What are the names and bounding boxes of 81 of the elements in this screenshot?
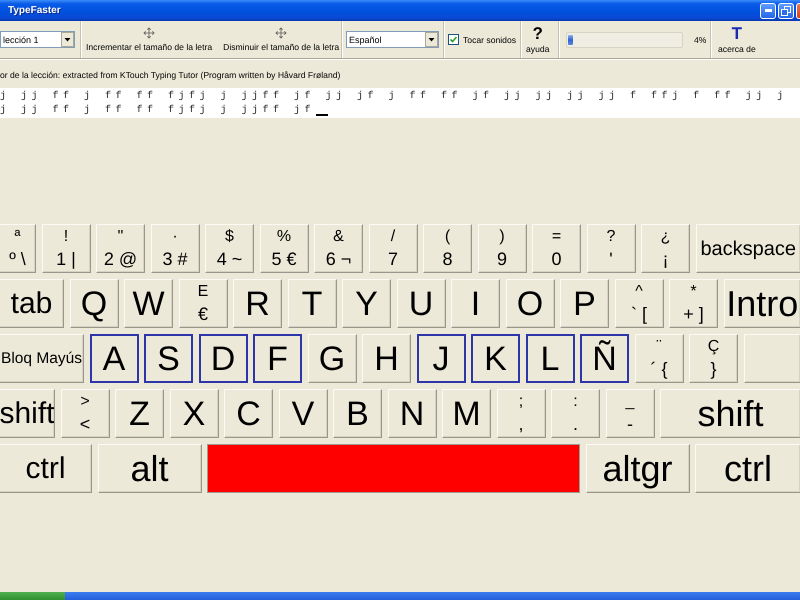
symbol-key: = 0	[532, 224, 581, 273]
letter-key: Y	[342, 279, 391, 328]
letter-key: T	[288, 279, 336, 328]
symbol-key: % 5 €	[260, 224, 308, 273]
restore-icon	[781, 6, 791, 16]
symbol-key: ^ ` [	[614, 279, 664, 328]
keyboard-key: Bloq Mayús	[0, 334, 84, 383]
letter-key: Z	[115, 389, 164, 438]
sound-checkbox-label[interactable]: Tocar sonidos	[463, 34, 516, 44]
letter-key: U	[396, 279, 446, 328]
window-title: TypeFaster	[8, 5, 62, 16]
language-select[interactable]: Español	[346, 31, 439, 48]
letter-key: C	[224, 389, 273, 438]
letter-key: K	[471, 334, 520, 383]
letter-key: W	[124, 279, 173, 328]
minimize-button[interactable]	[760, 2, 776, 18]
lesson-author-text: or de la lección: extracted from KTouch Typing Tutor (Program written by Håvard Frøland)	[0, 69, 342, 82]
letter-key: I	[451, 279, 500, 328]
symbol-key: " 2 @	[96, 224, 145, 273]
letter-key: J	[416, 334, 466, 383]
symbol-key: ( 8	[423, 224, 472, 273]
keyboard-key: tab	[0, 279, 64, 328]
symbol-key: ¨ ´ {	[634, 334, 684, 383]
symbol-key: / 7	[368, 224, 418, 273]
move-arrows-icon	[275, 27, 288, 39]
keyboard-key: backspace	[696, 224, 800, 273]
symbol-key: & 6 ¬	[314, 224, 363, 273]
sound-checkbox[interactable]	[448, 34, 459, 45]
lesson-select[interactable]: lección 1	[0, 31, 75, 48]
letter-key: Q	[70, 279, 118, 328]
increase-font-size-button[interactable]: Incrementar el tamaño de la letra	[85, 23, 214, 56]
letter-key: F	[253, 334, 302, 383]
symbol-key: : .	[551, 389, 600, 438]
symbol-key: ! 1 |	[42, 224, 90, 273]
letter-key: D	[198, 334, 248, 383]
symbol-key: E €	[178, 279, 228, 328]
keyboard-key: shift	[660, 389, 800, 438]
restore-button[interactable]	[778, 2, 794, 18]
symbol-key: $ 4 ~	[205, 224, 254, 273]
symbol-key: * + ]	[669, 279, 718, 328]
letter-key: A	[90, 334, 138, 383]
lesson-text: j jj ff j ff ff fjfj j jjff jf jj jf j ff ff jf jj jj jj jj f ffj f ff jj j	[0, 90, 788, 104]
keyboard-key: ctrl	[695, 444, 800, 493]
symbol-key: _ -	[606, 389, 654, 438]
decrease-font-size-button[interactable]: Disminuir el tamaño de la letra	[222, 23, 340, 56]
close-button[interactable]	[796, 2, 800, 18]
move-arrows-icon	[143, 27, 156, 39]
progress-percent: 4%	[694, 34, 706, 44]
keyboard-key: altgr	[586, 444, 690, 493]
letter-key: N	[388, 389, 436, 438]
symbol-key: ¿ ¡	[641, 224, 690, 273]
start-button[interactable]	[0, 592, 65, 600]
letter-key: G	[308, 334, 356, 383]
letter-key: H	[362, 334, 411, 383]
symbol-key: ) 9	[478, 224, 526, 273]
minimize-icon	[764, 9, 772, 12]
symbol-key: · 3 #	[150, 224, 200, 273]
keyboard-key: Intro	[724, 279, 800, 328]
about-button[interactable]: T acerca de	[717, 23, 757, 56]
keyboard-key: alt	[98, 444, 202, 493]
letter-key: X	[170, 389, 218, 438]
checkmark-icon	[450, 36, 457, 43]
text-cursor	[316, 114, 328, 116]
letter-key: V	[278, 389, 328, 438]
keyboard-key: shift	[0, 389, 55, 438]
help-button[interactable]: ? ayuda	[525, 23, 550, 56]
symbol-key: ª º \	[0, 224, 36, 273]
symbol-key: ? '	[586, 224, 636, 273]
letter-key: L	[526, 334, 574, 383]
letter-key: P	[560, 279, 609, 328]
keyboard-key: ctrl	[0, 444, 92, 493]
letter-key: M	[442, 389, 491, 438]
symbol-key: > <	[60, 389, 110, 438]
letter-key: R	[233, 279, 282, 328]
symbol-key: ; ,	[496, 389, 546, 438]
symbol-key: Ç }	[689, 334, 738, 383]
letter-key: O	[506, 279, 554, 328]
letter-key: B	[333, 389, 382, 438]
letter-key: Ñ	[580, 334, 629, 383]
typed-text: j jj ff j ff ff fjfj j jjff jf	[0, 104, 316, 118]
letter-key: S	[144, 334, 193, 383]
